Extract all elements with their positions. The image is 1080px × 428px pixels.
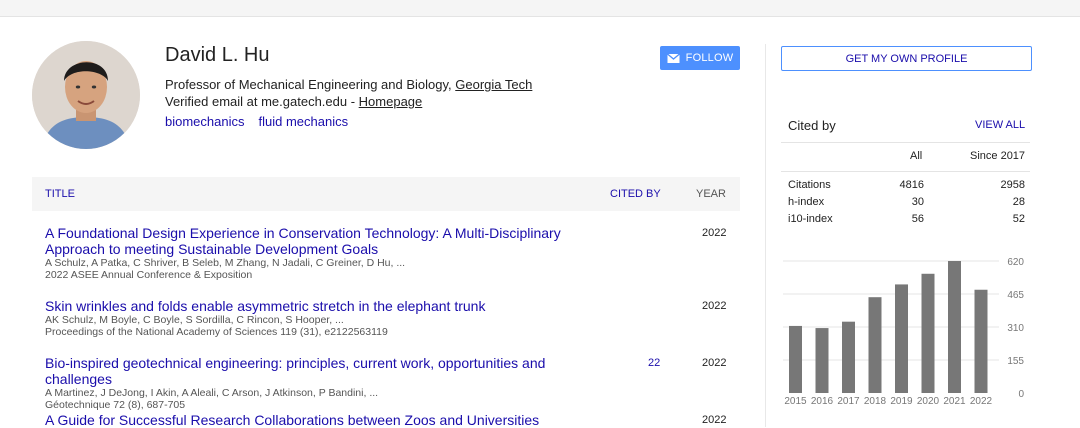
article-year: 2022 bbox=[702, 227, 727, 239]
article-title[interactable]: Skin wrinkles and folds enable asymmetri… bbox=[45, 298, 605, 314]
sort-by-title[interactable]: TITLE bbox=[45, 188, 75, 200]
homepage-link[interactable]: Homepage bbox=[359, 94, 423, 109]
y-tick-label: 0 bbox=[1018, 389, 1024, 400]
x-tick-label: 2017 bbox=[837, 396, 860, 407]
metric-name: h-index bbox=[788, 196, 825, 208]
article-year: 2022 bbox=[702, 414, 727, 426]
article-year: 2022 bbox=[702, 357, 727, 369]
profile-photo bbox=[32, 41, 140, 149]
y-tick-label: 310 bbox=[1007, 323, 1024, 334]
y-tick-label: 620 bbox=[1007, 257, 1024, 268]
x-tick-label: 2020 bbox=[917, 396, 940, 407]
sort-by-cited[interactable]: CITED BY bbox=[610, 188, 661, 200]
metric-all: 56 bbox=[911, 213, 924, 225]
x-tick-label: 2018 bbox=[864, 396, 887, 407]
article-venue: 2022 ASEE Annual Conference & Exposition bbox=[45, 269, 253, 281]
metric-since: 52 bbox=[1012, 213, 1025, 225]
column-header-since: Since 2017 bbox=[970, 150, 1026, 162]
citation-bar-2022[interactable] bbox=[974, 289, 988, 393]
cited-by-count[interactable]: 22 bbox=[648, 357, 660, 369]
view-all-link[interactable]: VIEW ALL bbox=[975, 119, 1025, 131]
metric-name: i10-index bbox=[788, 213, 833, 225]
email-text: Verified email at me.gatech.edu - bbox=[165, 94, 359, 109]
affiliation-link[interactable]: Georgia Tech bbox=[455, 77, 532, 92]
citation-bar-2019[interactable] bbox=[895, 284, 908, 393]
citation-bar-2017[interactable] bbox=[842, 321, 855, 393]
article-venue: Géotechnique 72 (8), 687-705 bbox=[45, 399, 186, 411]
article-title[interactable]: A Guide for Successful Research Collabor… bbox=[45, 412, 605, 428]
get-my-own-profile-button[interactable]: GET MY OWN PROFILE bbox=[781, 46, 1032, 71]
article-authors: A Martinez, J DeJong, I Akin, A Aleali, … bbox=[45, 387, 379, 399]
citations-chart: 01553104656202015 2016 2017 2018 2019 2020 202… bbox=[783, 257, 1024, 407]
mail-plus-icon bbox=[666, 53, 680, 63]
x-tick-label: 2015 bbox=[784, 396, 807, 407]
article-venue: Proceedings of the National Academy of S… bbox=[45, 326, 388, 338]
citation-bar-2015[interactable] bbox=[789, 325, 802, 393]
article-row: A Foundational Design Experience in Cons… bbox=[45, 225, 735, 281]
column-header-all: All bbox=[910, 150, 923, 162]
article-row: Bio-inspired geotechnical engineering: p… bbox=[45, 355, 735, 411]
x-tick-label: 2021 bbox=[943, 396, 966, 407]
x-tick-label: 2016 bbox=[811, 396, 834, 407]
article-row: A Guide for Successful Research Collabor… bbox=[45, 412, 735, 428]
article-year: 2022 bbox=[702, 300, 727, 312]
x-tick-label: 2022 bbox=[970, 396, 993, 407]
follow-label: FOLLOW bbox=[685, 52, 734, 64]
divider bbox=[781, 171, 1030, 172]
metric-all: 30 bbox=[911, 196, 924, 208]
cited-by-heading: Cited by bbox=[788, 118, 836, 133]
sort-by-year[interactable]: YEAR bbox=[696, 188, 726, 200]
x-tick-label: 2019 bbox=[890, 396, 913, 407]
citation-bar-2021[interactable] bbox=[948, 261, 961, 393]
column-divider bbox=[765, 44, 766, 427]
interest-link[interactable]: fluid mechanics bbox=[259, 114, 349, 129]
citation-bar-2020[interactable] bbox=[921, 273, 935, 393]
article-title[interactable]: A Foundational Design Experience in Cons… bbox=[45, 225, 605, 257]
y-tick-label: 465 bbox=[1007, 290, 1024, 301]
article-title[interactable]: Bio-inspired geotechnical engineering: p… bbox=[45, 355, 605, 387]
metric-name: Citations bbox=[788, 179, 831, 191]
y-tick-label: 155 bbox=[1007, 356, 1024, 367]
metric-all: 4816 bbox=[899, 179, 924, 191]
profile-name: David L. Hu bbox=[165, 44, 270, 66]
position-text: Professor of Mechanical Engineering and … bbox=[165, 77, 456, 92]
article-authors: AK Schulz, M Boyle, C Boyle, S Sordilla,… bbox=[45, 314, 344, 326]
top-bar bbox=[0, 0, 1080, 17]
interests: biomechanics fluid mechanics bbox=[165, 114, 362, 129]
metric-since: 2958 bbox=[1000, 179, 1025, 191]
follow-button[interactable]: FOLLOW bbox=[660, 46, 740, 70]
citation-bar-2016[interactable] bbox=[815, 328, 829, 393]
metric-since: 28 bbox=[1012, 196, 1025, 208]
article-authors: A Schulz, A Patka, C Shriver, B Seleb, M… bbox=[45, 257, 406, 269]
divider bbox=[781, 142, 1030, 143]
profile-affiliation: Professor of Mechanical Engineering and … bbox=[165, 76, 532, 110]
citation-bar-2018[interactable] bbox=[868, 297, 882, 393]
interest-link[interactable]: biomechanics bbox=[165, 114, 245, 129]
article-row: Skin wrinkles and folds enable asymmetri… bbox=[45, 298, 735, 338]
articles-table-header: TITLE CITED BY YEAR bbox=[32, 177, 740, 211]
